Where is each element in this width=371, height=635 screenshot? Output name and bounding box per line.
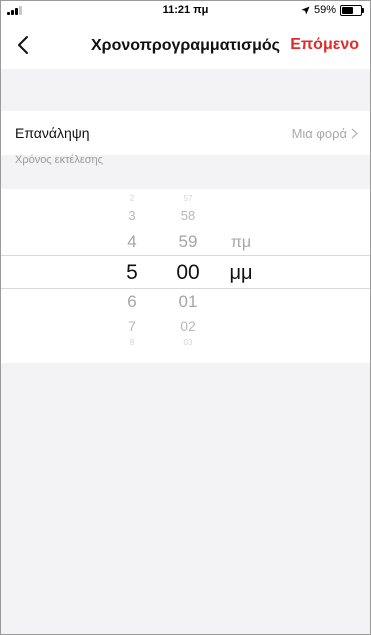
battery-icon: [340, 4, 364, 16]
repeat-row[interactable]: Επανάληψη Μια φορά: [1, 111, 370, 155]
repeat-value-text: Μια φορά: [291, 126, 347, 141]
period-option-selected[interactable]: μμ: [221, 263, 261, 283]
hour-option[interactable]: 3: [112, 209, 152, 222]
minute-option[interactable]: 58: [168, 209, 208, 222]
chevron-right-icon: [351, 128, 358, 139]
next-button[interactable]: Επόμενο: [290, 36, 359, 54]
back-button[interactable]: [9, 29, 37, 61]
repeat-label: Επανάληψη: [15, 125, 90, 141]
hour-option[interactable]: 8: [112, 339, 152, 347]
hour-option[interactable]: 2: [112, 195, 152, 203]
hour-option[interactable]: 6: [112, 293, 152, 310]
chevron-left-icon: [18, 36, 28, 54]
execution-time-label: Χρόνος εκτέλεσης: [15, 154, 103, 166]
location-icon: [301, 5, 310, 15]
minute-option[interactable]: 03: [168, 339, 208, 347]
minute-option[interactable]: 01: [168, 293, 208, 310]
page-title: Χρονοπρογραμματισμός: [91, 37, 280, 54]
hour-option[interactable]: 7: [112, 319, 152, 333]
phone-screen: 11:21 πμ 59% Χρονοπρογραμματισμός Επόμεν…: [0, 0, 371, 635]
hour-option-selected[interactable]: 5: [112, 262, 152, 283]
minute-option[interactable]: 02: [168, 319, 208, 333]
minute-option[interactable]: 57: [168, 195, 208, 203]
minute-option[interactable]: 59: [168, 233, 208, 250]
period-option[interactable]: πμ: [221, 235, 261, 251]
status-bar: 11:21 πμ 59%: [1, 1, 370, 21]
time-picker: 2 3 4 5 6 7 8 57 58 59 00 01 02 03 πμ μμ: [1, 189, 370, 363]
minute-option-selected[interactable]: 00: [168, 262, 208, 283]
battery-percent: 59%: [313, 4, 336, 16]
repeat-value: Μια φορά: [292, 126, 358, 141]
navigation-bar: Χρονοπρογραμματισμός Επόμενο: [1, 21, 370, 69]
hour-option[interactable]: 4: [112, 233, 152, 250]
